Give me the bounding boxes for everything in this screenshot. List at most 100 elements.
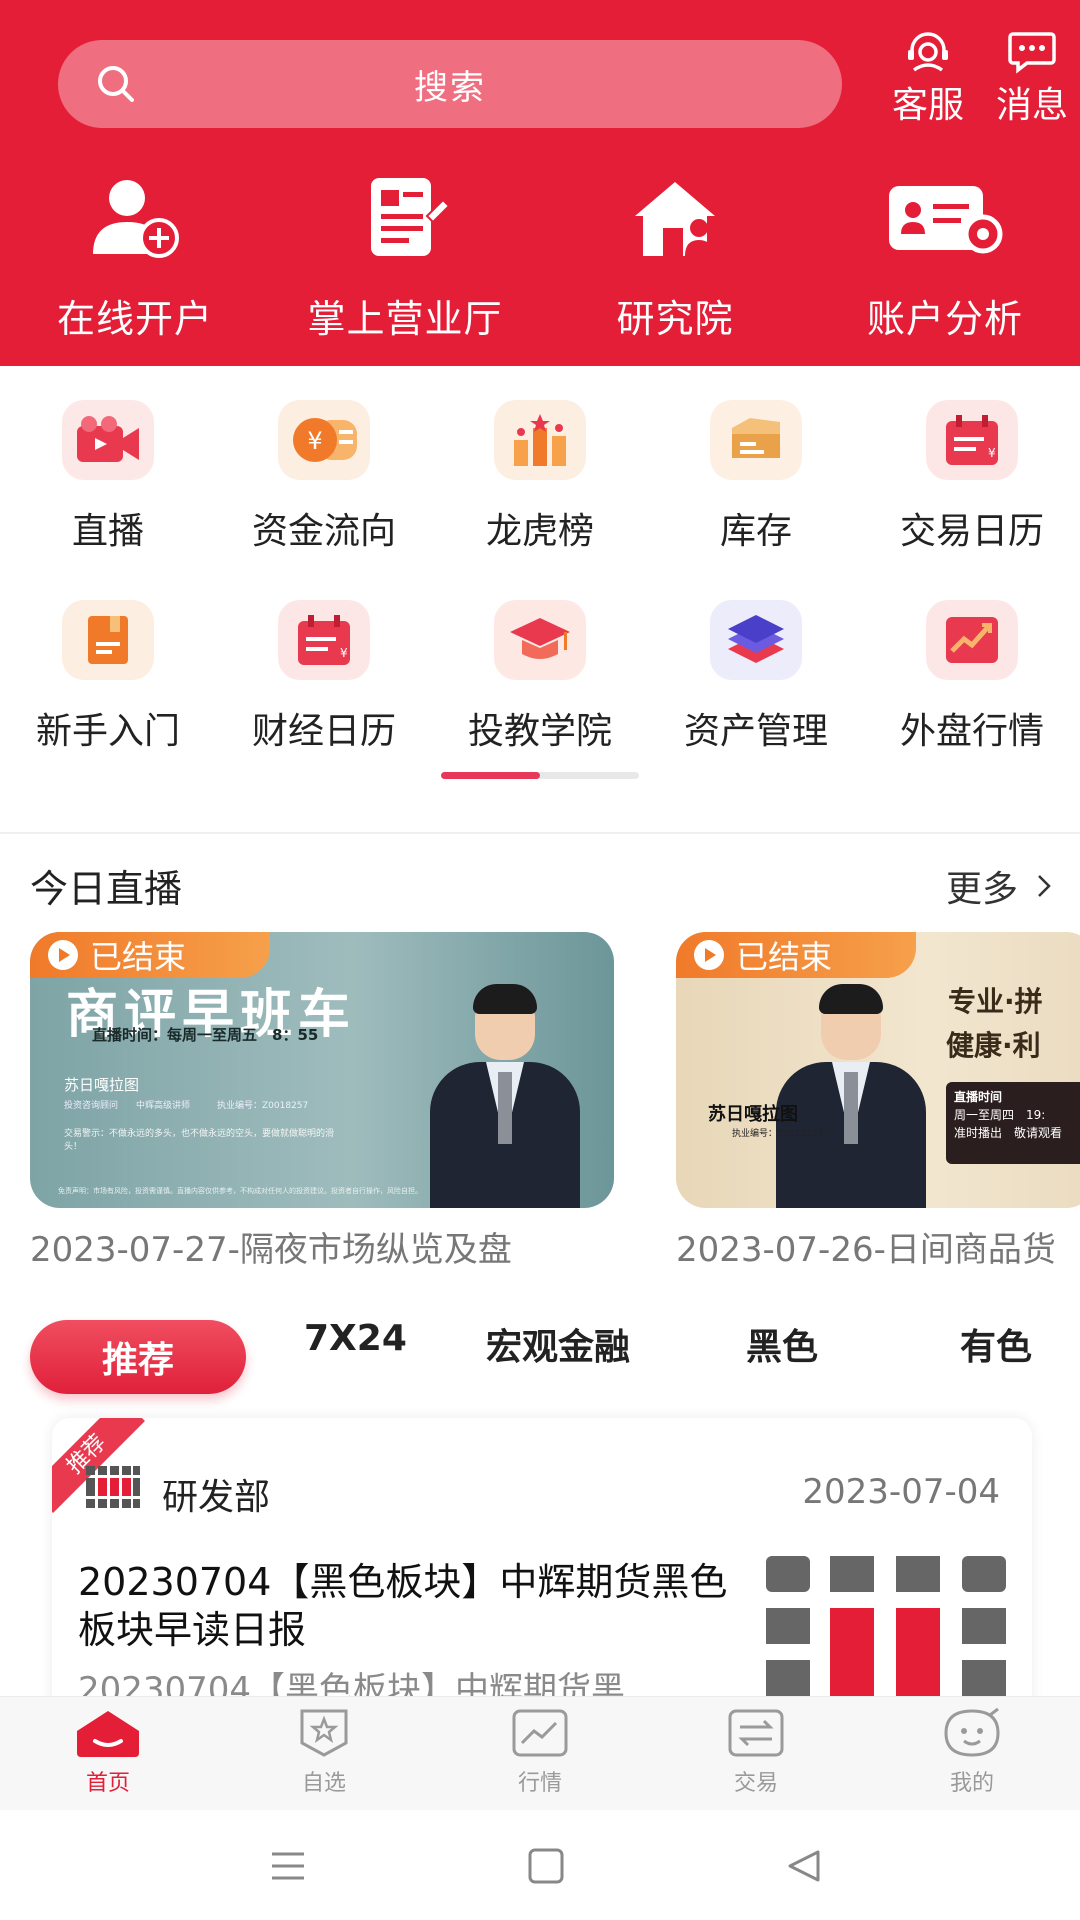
trend-chart-icon: [926, 600, 1018, 680]
article-card[interactable]: 推荐 研发部 2023-07-04 20230704【黑色板块】中辉期货黑色板块…: [52, 1418, 1032, 1738]
tab-7x24[interactable]: 7X24: [304, 1318, 407, 1359]
status-badge-label: 已结束: [736, 938, 833, 976]
poster-host: 苏日嘎拉图: [708, 1104, 798, 1125]
play-icon: [48, 940, 78, 970]
chevron-right-icon: [1038, 875, 1051, 897]
grid-page-indicator-fill: [441, 772, 540, 779]
poster-notice: 交易警示：不做永远的多头，也不做永远的空头，要做就做聪明的滑头！: [64, 1129, 335, 1152]
grid-item-label: 资金流向: [251, 511, 396, 552]
poster-line1: 专业·拼: [948, 985, 1043, 1018]
layers-icon: [710, 600, 802, 680]
article-date: 2023-07-04: [802, 1472, 1000, 1512]
live-card-caption: 2023-07-27-隔夜市场纵览及盘: [30, 1230, 512, 1270]
quick-item-label: 掌上营业厅: [307, 297, 503, 341]
nav-label: 行情: [517, 1771, 562, 1796]
quick-item-mobile-hall[interactable]: 掌上营业厅: [270, 176, 540, 343]
status-badge: 已结束: [676, 932, 916, 978]
system-nav-bar: [0, 1810, 1080, 1920]
svg-text:¥: ¥: [340, 646, 348, 660]
nav-profile[interactable]: 我的: [864, 1707, 1080, 1797]
grid-item-asset-management[interactable]: 资产管理: [648, 600, 864, 754]
live-card[interactable]: 商评早班车 直播时间：每周一至周五 8：55 苏日嘎拉图 投资咨询顾问 中辉高级…: [30, 932, 614, 1208]
document-edit-icon: [371, 178, 451, 256]
video-camera-icon: [62, 400, 154, 480]
poster-box-days: 周一至周四 19:: [954, 1108, 1046, 1122]
home-square-icon[interactable]: [516, 1844, 576, 1888]
article-title: 20230704【黑色板块】中辉期货黑色板块早读日报: [78, 1560, 728, 1652]
search-icon: [98, 66, 134, 102]
quick-item-account-analysis[interactable]: 账户分析: [810, 176, 1080, 343]
grid-item-label: 外盘行情: [899, 711, 1044, 752]
grid-item-beginner[interactable]: 新手入门: [0, 600, 216, 754]
grid-item-label: 直播: [71, 511, 144, 552]
poster-disclaimer: 免责声明：市场有风险，投资需谨慎。直播内容仅供参考，不构成对任何人的投资建议。投…: [58, 1187, 422, 1195]
poster-box-title: 直播时间: [954, 1090, 1003, 1104]
grid-page-indicator: [441, 772, 639, 779]
customer-service-label: 客服: [891, 85, 964, 126]
quick-item-label: 研究院: [616, 297, 734, 341]
tab-recommended[interactable]: 推荐: [30, 1320, 246, 1394]
inventory-box-icon: [710, 400, 802, 480]
host-photo: [430, 984, 580, 1208]
live-card[interactable]: 专业·拼 健康·利 苏日嘎拉图 执业编号：Z0018257 直播时间 周一至周四…: [676, 932, 1080, 1208]
grid-item-leaderboard[interactable]: 龙虎榜: [432, 400, 648, 554]
graduation-cap-icon: [494, 600, 586, 680]
grid-item-label: 新手入门: [35, 711, 180, 752]
nav-home[interactable]: 首页: [0, 1707, 216, 1797]
leaderboard-icon: [494, 400, 586, 480]
trading-calendar-icon: ¥: [926, 400, 1018, 480]
bottom-nav: 首页 自选 行情 交易 我的: [0, 1696, 1080, 1810]
tab-ferrous[interactable]: 黑色: [746, 1318, 818, 1370]
customer-service-button[interactable]: 客服: [878, 30, 978, 128]
nav-trade[interactable]: 交易: [648, 1707, 864, 1797]
app-root: 搜索 客服 消息 在线开户 掌上营业厅 研究院 账户分析 直播 ¥ 资金流向 龙…: [0, 0, 1080, 1920]
search-bar[interactable]: 搜索: [58, 40, 842, 128]
nav-watchlist[interactable]: 自选: [216, 1707, 432, 1797]
menu-icon[interactable]: [258, 1844, 318, 1888]
finance-calendar-icon: ¥: [278, 600, 370, 680]
market-chart-icon: [512, 1709, 568, 1757]
grid-item-investor-academy[interactable]: 投教学院: [432, 600, 648, 754]
user-add-icon: [93, 180, 179, 258]
poster-host-sub: 投资咨询顾问 中辉高级讲师 执业编号：Z0018257: [64, 1101, 309, 1111]
grid-item-live[interactable]: 直播: [0, 400, 216, 554]
article-department: 研发部: [162, 1477, 271, 1518]
grid-item-label: 投教学院: [467, 711, 612, 752]
headset-icon: [908, 32, 948, 72]
quick-item-research[interactable]: 研究院: [540, 176, 810, 343]
svg-text:¥: ¥: [307, 427, 322, 455]
tab-macro-finance[interactable]: 宏观金融: [486, 1318, 630, 1370]
live-more-link[interactable]: 更多: [946, 860, 1052, 912]
beginner-book-icon: [62, 600, 154, 680]
back-triangle-icon[interactable]: [774, 1844, 834, 1888]
live-section-title: 今日直播: [30, 867, 183, 911]
grid-item-trading-calendar[interactable]: ¥ 交易日历: [864, 400, 1080, 554]
grid-item-fund-flow[interactable]: ¥ 资金流向: [216, 400, 432, 554]
tab-nonferrous[interactable]: 有色: [960, 1318, 1032, 1370]
nav-market[interactable]: 行情: [432, 1707, 648, 1797]
grid-item-label: 库存: [719, 511, 792, 552]
grid-item-foreign-market[interactable]: 外盘行情: [864, 600, 1080, 754]
nav-label: 自选: [301, 1771, 346, 1796]
live-card-caption: 2023-07-26-日间商品货: [676, 1230, 1056, 1270]
header: 搜索 客服 消息 在线开户 掌上营业厅 研究院 账户分析: [0, 0, 1080, 366]
grid-item-inventory[interactable]: 库存: [648, 400, 864, 554]
quick-item-open-account[interactable]: 在线开户: [0, 176, 270, 343]
home-icon: [77, 1711, 139, 1757]
grid-item-label: 资产管理: [683, 711, 828, 752]
nav-label: 首页: [85, 1771, 130, 1796]
chat-bubble-icon: [1008, 32, 1056, 74]
company-logo-icon: [86, 1466, 140, 1508]
house-person-icon: [635, 182, 715, 256]
quick-entry-row: 在线开户 掌上营业厅 研究院 账户分析: [0, 176, 1080, 356]
star-shield-icon: [300, 1709, 348, 1757]
poster-code: 执业编号：Z0018257: [732, 1129, 824, 1139]
nav-label: 我的: [949, 1771, 994, 1796]
grid-item-label: 交易日历: [899, 511, 1044, 552]
messages-label: 消息: [995, 85, 1068, 126]
nav-label: 交易: [733, 1771, 778, 1796]
messages-button[interactable]: 消息: [982, 30, 1080, 128]
play-icon: [694, 940, 724, 970]
poster-time: 直播时间：每周一至周五 8：55: [92, 1026, 319, 1044]
grid-item-finance-calendar[interactable]: ¥ 财经日历: [216, 600, 432, 754]
